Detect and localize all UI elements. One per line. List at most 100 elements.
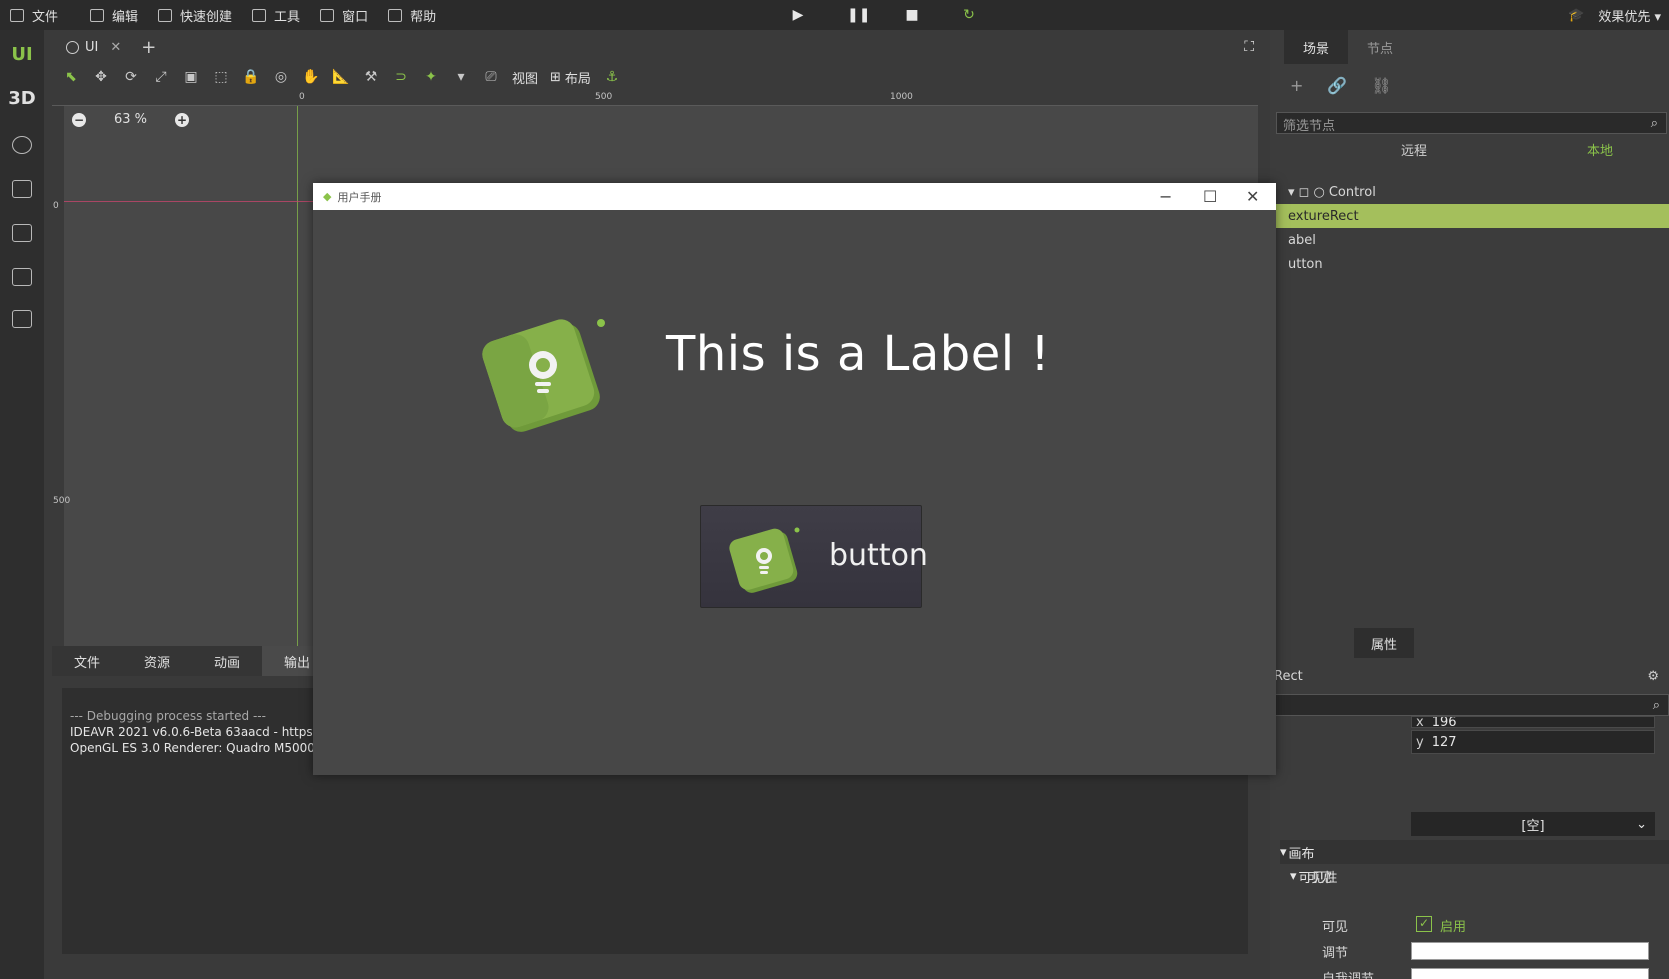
snap-magnet-icon[interactable]: ⊃ (386, 65, 416, 89)
right-panel-tabs: 场景 节点 (1270, 30, 1669, 64)
tree-item-texturerect[interactable]: extureRect (1270, 204, 1669, 228)
stop-icon[interactable]: ■ (904, 7, 920, 23)
tab-animation[interactable]: 动画 (192, 646, 262, 676)
tab-ui[interactable]: UI ✕ (52, 32, 135, 62)
reload-icon[interactable]: ↻ (961, 7, 977, 23)
inspector-header: Rect ⚙ (1270, 658, 1669, 694)
tree-item-label: extureRect (1288, 208, 1359, 224)
store-icon (12, 180, 32, 198)
rotate-tool-icon[interactable]: ⟳ (116, 65, 146, 89)
label-text: This is a Label ! (666, 326, 1051, 382)
anchor-icon[interactable]: ⚓ (597, 65, 627, 89)
window-titlebar[interactable]: ◆ 用户手册 (313, 183, 1276, 210)
camera-icon[interactable]: ⎚ (476, 65, 506, 89)
move-tool-icon[interactable]: ✥ (86, 65, 116, 89)
curve-tool-button[interactable] (0, 136, 44, 154)
add-tab-icon[interactable]: + (141, 37, 156, 58)
close-button[interactable]: ✕ (1246, 183, 1259, 210)
position-x-field[interactable]: x 196 (1411, 716, 1655, 728)
inspector-settings-icon[interactable]: ⚙ (1647, 669, 1659, 684)
section-visibility[interactable]: ▾ 可见性 (1290, 864, 1669, 888)
tree-item-label: abel (1288, 232, 1316, 248)
menu-file[interactable]: 文件 (0, 0, 68, 30)
ruler-top-label: 500 (595, 92, 613, 102)
modulate-label: 调节 (1322, 946, 1349, 961)
folder-icon (10, 8, 24, 22)
node-filter-input[interactable]: 筛选节点 ⌕ (1276, 112, 1667, 134)
menu-window[interactable]: 窗口 (310, 0, 378, 30)
dropdown-icon[interactable]: ▾ (446, 65, 476, 89)
self-modulate-color-picker[interactable] (1411, 968, 1649, 979)
menu-edit-label: 编辑 (112, 9, 139, 25)
menu-edit[interactable]: 编辑 (80, 0, 148, 30)
close-icon[interactable]: ✕ (110, 40, 121, 55)
node-filter-placeholder: 筛选节点 (1283, 119, 1336, 134)
ruler-left-label: 500 (53, 496, 71, 506)
property-filter-input[interactable]: ⌕ (1270, 694, 1669, 716)
expand-arrow-icon: ▾ (1290, 868, 1297, 884)
menu-quick-create[interactable]: 快速创建 (148, 0, 242, 30)
position-x-value: 196 (1431, 716, 1457, 728)
layout-label: 布局 (564, 71, 591, 87)
minimize-button[interactable]: − (1159, 183, 1172, 210)
menu-bar: 文件 编辑 快速创建 工具 窗口 帮助 ▶ ❚❚ ■ ↻ 🎓 效果优先 ▾ (0, 0, 1669, 30)
select-rect-icon[interactable]: ⬚ (206, 65, 236, 89)
menu-tools[interactable]: 工具 (242, 0, 310, 30)
link-icon[interactable]: 🔗 (1327, 76, 1347, 95)
ruler-icon[interactable]: 📐 (326, 65, 356, 89)
pause-icon[interactable]: ❚❚ (847, 7, 870, 23)
tab-scene[interactable]: 场景 (1284, 30, 1348, 64)
left-toolbar: UI 3D (0, 30, 44, 979)
demo-button[interactable]: button (700, 505, 928, 608)
expand-arrow-icon[interactable]: ▾ (1288, 185, 1295, 200)
maximize-button[interactable]: ☐ (1203, 183, 1217, 210)
view-menu[interactable]: 视图 (506, 68, 544, 87)
store-button[interactable] (0, 180, 44, 198)
smart-snap-icon[interactable]: ✦ (416, 65, 446, 89)
graduation-cap-icon[interactable]: 🎓 (1568, 8, 1584, 23)
pan-hand-icon[interactable]: ✋ (296, 65, 326, 89)
menu-help-label: 帮助 (410, 9, 437, 25)
tree-item-label: utton (1288, 256, 1323, 272)
right-panel: 场景 节点 + 🔗 ⛓ 筛选节点 ⌕ 远程 本地 ▾ ◻ ○ Control e… (1270, 30, 1669, 979)
tab-assets[interactable]: 资源 (122, 646, 192, 676)
import-button[interactable] (0, 310, 44, 328)
pivot-icon[interactable]: ◎ (266, 65, 296, 89)
tree-item-button-node[interactable]: utton (1270, 252, 1669, 276)
self-modulate-label: 自我调节 (1322, 968, 1374, 979)
play-icon[interactable]: ▶ (790, 7, 806, 23)
tab-properties[interactable]: 属性 (1354, 628, 1414, 658)
instance-icon[interactable]: ⛓ (1371, 76, 1391, 95)
local-tab[interactable]: 本地 (1540, 140, 1660, 159)
fullscreen-icon[interactable]: ⛶ (1244, 39, 1254, 55)
tab-node[interactable]: 节点 (1348, 30, 1412, 64)
remote-tab[interactable]: 远程 (1354, 140, 1474, 159)
zoom-out-button[interactable]: − (72, 112, 86, 127)
section-canvas[interactable]: ▾ 画布 (1280, 840, 1669, 864)
position-y-field[interactable]: y 127 (1411, 730, 1655, 754)
layout-menu[interactable]: ⊞ 布局 (544, 68, 597, 87)
zoom-in-button[interactable]: + (175, 112, 190, 127)
render-quality-select[interactable]: 效果优先 ▾ (1598, 6, 1661, 25)
tab-files[interactable]: 文件 (52, 646, 122, 676)
menu-help[interactable]: 帮助 (378, 0, 446, 30)
add-node-icon[interactable]: + (1290, 76, 1303, 95)
lock-icon[interactable]: 🔒 (236, 65, 266, 89)
rect-tool-icon[interactable]: ▣ (176, 65, 206, 89)
mode-3d-button[interactable]: 3D (0, 88, 44, 109)
export-button[interactable] (0, 268, 44, 286)
axis-y-label: y (1416, 734, 1424, 750)
mode-ui-button[interactable]: UI (0, 44, 44, 65)
scale-tool-icon[interactable]: ⤢ (146, 65, 176, 89)
select-tool-icon[interactable]: ⬉ (56, 65, 86, 89)
search-icon: ⌕ (1652, 698, 1660, 713)
modulate-color-picker[interactable] (1411, 942, 1649, 960)
tree-item-label-node[interactable]: abel (1270, 228, 1669, 252)
tree-item-control[interactable]: ▾ ◻ ○ Control (1270, 180, 1669, 204)
user-manual-window: ◆ 用户手册 − ☐ ✕ This is a Label ! button (313, 183, 1276, 775)
help-icon (388, 8, 403, 22)
visible-checkbox[interactable]: ✓ (1416, 916, 1432, 932)
texture-select[interactable]: [空] ⌄ (1411, 812, 1655, 836)
settings-panel-button[interactable] (0, 224, 44, 242)
bone-icon[interactable]: ⚒ (356, 65, 386, 89)
